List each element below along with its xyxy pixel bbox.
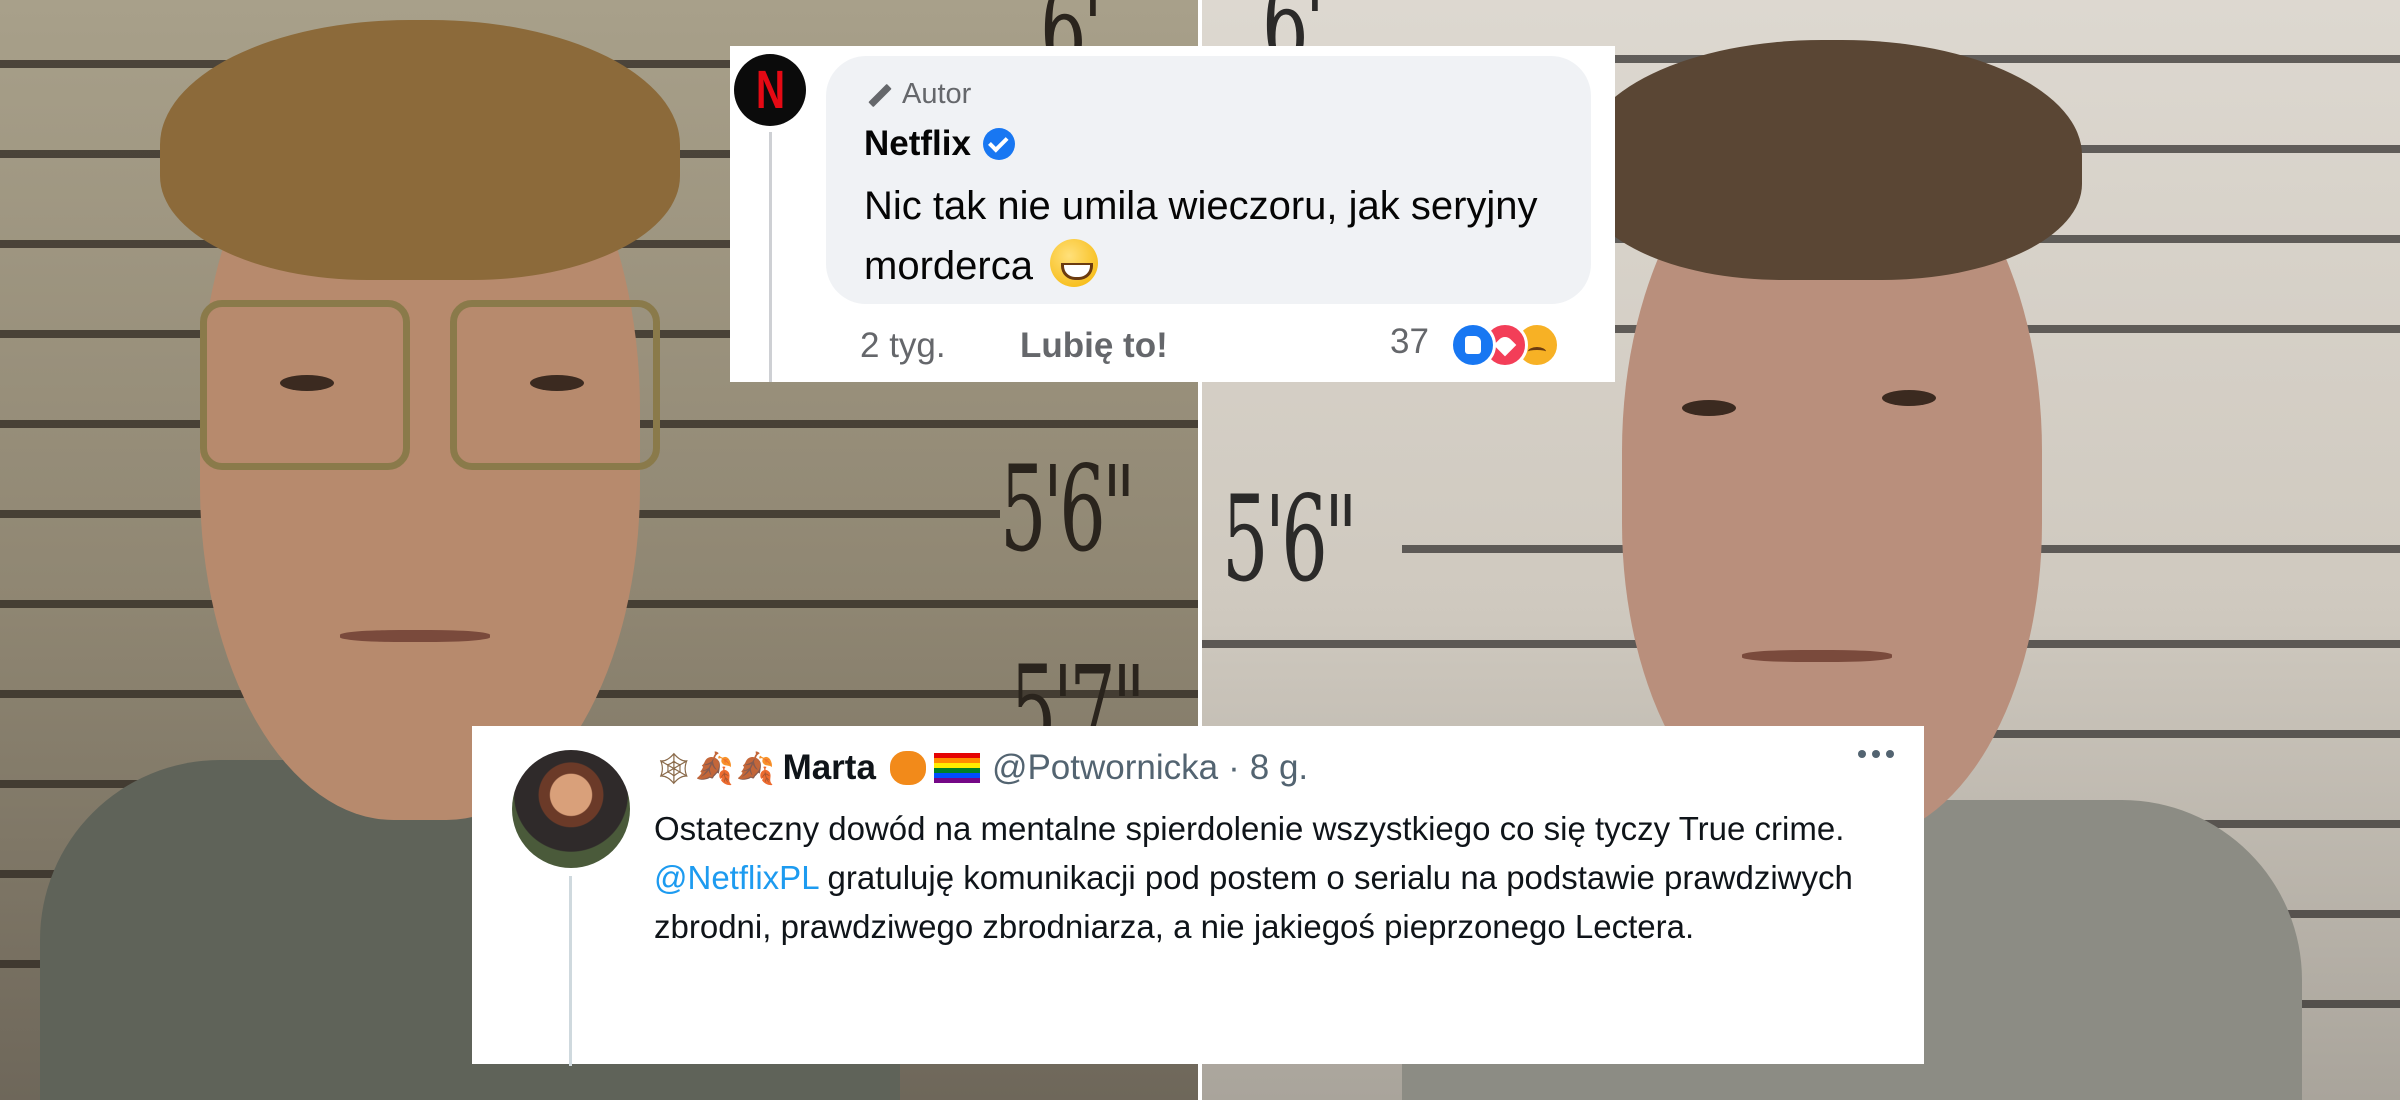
comment-text-block: Nic tak nie umila wieczoru, jak seryjny … bbox=[864, 176, 1564, 296]
netflix-logo-icon: N bbox=[755, 60, 785, 120]
facebook-comment-card: N Autor Netflix Nic tak nie umila wieczo… bbox=[730, 46, 1615, 382]
tweet-time[interactable]: 8 g. bbox=[1250, 748, 1308, 788]
tweet-card: 🕸🍂🍂 Marta @Potwornicka · 8 g. Ostateczny… bbox=[472, 726, 1924, 1066]
height-label: 5'6" bbox=[1222, 470, 1358, 608]
tweet-header: 🕸🍂🍂 Marta @Potwornicka · 8 g. bbox=[654, 748, 1308, 788]
author-tag: Autor bbox=[864, 78, 971, 111]
like-button[interactable]: Lubię to! bbox=[1020, 326, 1168, 366]
comment-bubble: Autor Netflix Nic tak nie umila wieczoru… bbox=[826, 56, 1591, 304]
like-reaction-icon[interactable] bbox=[1450, 322, 1496, 368]
verified-badge-icon bbox=[982, 128, 1015, 160]
mention-link[interactable]: @NetflixPL bbox=[654, 859, 818, 896]
reaction-count[interactable]: 37 bbox=[1390, 322, 1429, 362]
tweet-text: Ostateczny dowód na mentalne spierdoleni… bbox=[654, 804, 1894, 951]
eye bbox=[1682, 400, 1736, 416]
rainbow-flag-icon bbox=[933, 753, 980, 783]
eye bbox=[1882, 390, 1936, 406]
tweet-text-line: gratuluję komunikacji pod postem o seria… bbox=[654, 859, 1853, 945]
tweet-text-paragraph: @NetflixPL gratuluję komunikacji pod pos… bbox=[654, 853, 1894, 951]
mouth bbox=[1742, 650, 1892, 662]
height-label: 5'6" bbox=[1000, 440, 1136, 578]
author-tag-label: Autor bbox=[902, 78, 972, 110]
tweet-text-line: Ostateczny dowód na mentalne spierdoleni… bbox=[654, 810, 1845, 847]
more-options-icon[interactable] bbox=[1858, 750, 1894, 758]
thread-line bbox=[569, 876, 572, 1066]
hair bbox=[1582, 40, 2082, 280]
eye bbox=[280, 375, 334, 391]
commenter-name[interactable]: Netflix bbox=[864, 124, 971, 164]
spiderweb-leaves-emoji-icon: 🕸🍂🍂 bbox=[654, 750, 777, 786]
comment-text: Nic tak nie umila wieczoru, jak seryjny … bbox=[864, 184, 1538, 288]
grinning-sweat-emoji-icon bbox=[1050, 239, 1099, 287]
pumpkin-emoji-icon bbox=[889, 751, 926, 785]
thread-line bbox=[769, 132, 772, 382]
user-avatar[interactable] bbox=[512, 750, 630, 868]
netflix-avatar[interactable]: N bbox=[734, 54, 806, 126]
pencil-icon bbox=[864, 82, 890, 108]
comment-time[interactable]: 2 tyg. bbox=[860, 326, 946, 366]
eye bbox=[530, 375, 584, 391]
commenter-name-row: Netflix bbox=[864, 124, 1015, 164]
display-name[interactable]: Marta bbox=[783, 748, 876, 788]
user-handle[interactable]: @Potwornicka bbox=[992, 748, 1218, 788]
separator-dot: · bbox=[1228, 748, 1240, 787]
hair bbox=[160, 20, 680, 280]
mouth bbox=[340, 630, 490, 642]
